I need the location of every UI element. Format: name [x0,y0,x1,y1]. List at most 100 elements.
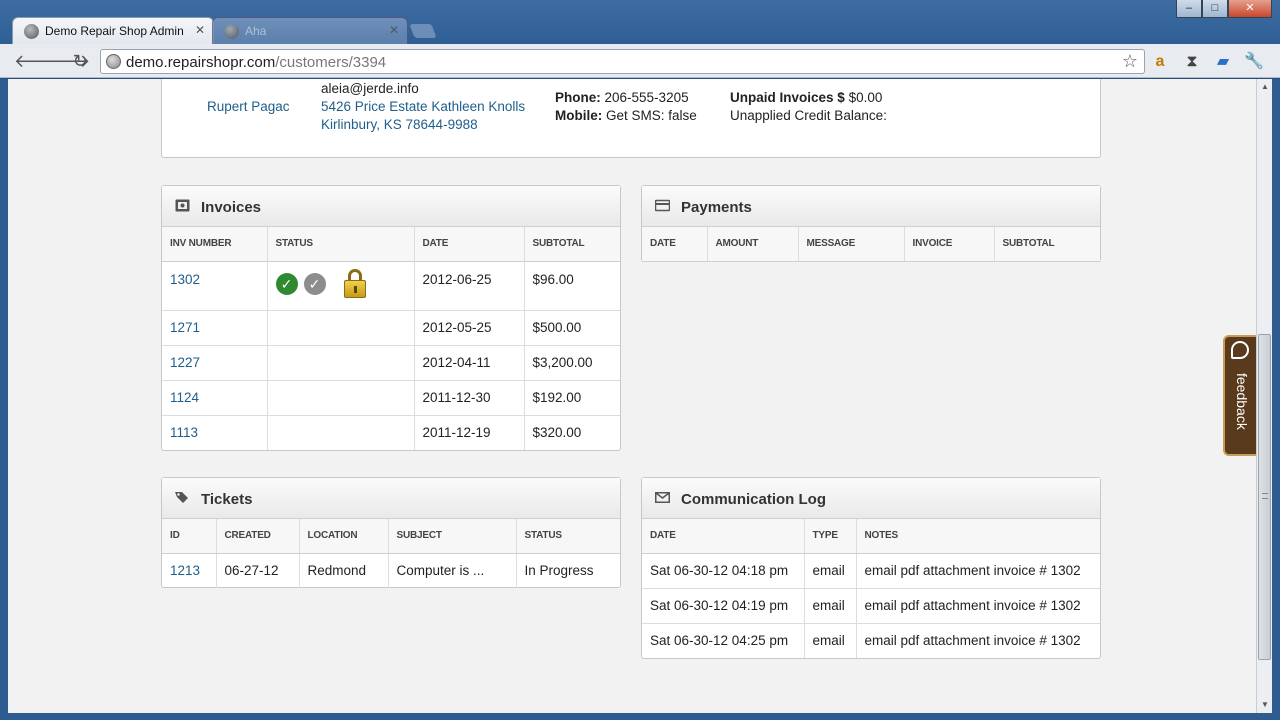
col-message[interactable]: MESSAGE [798,227,905,262]
log-type: email [804,553,857,589]
window-frame-left [0,79,8,713]
col-location[interactable]: LOCATION [299,519,389,554]
url-host: demo.repairshopr.com [126,54,276,71]
col-status[interactable]: STATUS [267,227,415,262]
minimize-button[interactable]: – [1176,0,1202,18]
invoice-link[interactable]: 1302 [170,272,200,287]
col-subtotal[interactable]: SUBTOTAL [994,227,1100,262]
col-invoice[interactable]: INVOICE [904,227,995,262]
window-frame-right [1272,79,1280,713]
communication-log-table: DATE TYPE NOTES Sat 06-30-12 04:18 pm em… [642,519,1100,658]
col-created[interactable]: CREATED [216,519,300,554]
phone-label: Phone: [555,90,601,105]
unpaid-invoices-row: Unpaid Invoices $ $0.00 [730,90,882,105]
bookmark-star-icon[interactable]: ☆ [1122,51,1138,72]
col-date[interactable]: DATE [642,519,805,554]
tickets-title: Tickets [201,491,253,508]
feedback-tab[interactable]: feedback [1223,335,1256,456]
new-tab-button[interactable] [409,24,437,38]
check-sent-icon[interactable]: ✓ [303,272,326,295]
invoices-header: Invoices [162,186,620,227]
maximize-button[interactable]: □ [1202,0,1228,18]
unpaid-value: $0.00 [848,90,883,105]
col-type[interactable]: TYPE [804,519,857,554]
invoice-link[interactable]: 1124 [170,390,199,405]
payments-title: Payments [681,199,752,216]
log-date: Sat 06-30-12 04:19 pm [642,588,805,624]
invoice-status-cell [267,345,415,381]
wrench-menu-icon[interactable]: 🔧 [1244,52,1264,72]
lock-icon[interactable] [343,268,366,299]
ticket-created: 06-27-12 [216,553,300,588]
table-row: 1213 06-27-12 Redmond Computer is ... In… [162,553,620,588]
invoice-icon [175,199,190,212]
invoice-link[interactable]: 1271 [170,320,200,335]
invoice-number-link[interactable]: 1302 [162,261,268,311]
col-amount[interactable]: AMOUNT [707,227,799,262]
tab-close-icon[interactable]: ✕ [195,23,205,37]
payments-header: Payments [642,186,1100,227]
globe-icon [106,54,121,69]
log-notes: email pdf attachment invoice # 1302 [856,553,1100,589]
customer-address-line2[interactable]: Kirlinbury, KS 78644-9988 [321,117,478,132]
customer-name-link[interactable]: Rupert Pagac [207,99,290,114]
amazon-extension-icon[interactable]: a [1150,52,1170,72]
col-inv-number[interactable]: INV NUMBER [162,227,268,262]
close-window-button[interactable]: ✕ [1228,0,1272,18]
ticket-status: In Progress [524,563,594,579]
address-bar[interactable]: demo.repairshopr.com/customers/3394 ☆ [100,49,1145,74]
tab-demo-repair-shop[interactable]: Demo Repair Shop Admin ✕ [12,17,214,44]
browser-toolbar: 🡐 🡒 ↻ demo.repairshopr.com/customers/339… [0,44,1280,78]
hourglass-extension-icon[interactable]: ⧗ [1182,52,1202,72]
reload-icon[interactable]: ↻ [70,51,90,71]
invoice-status-cell: ✓ ✓ [267,261,415,311]
tab-title: Aha [245,24,267,38]
customer-address-line1[interactable]: 5426 Price Estate Kathleen Knolls [321,99,525,114]
tab-aha[interactable]: Aha ✕ [212,17,408,44]
invoice-status-cell [267,310,415,346]
ticket-location: Redmond [299,553,389,588]
check-paid-icon[interactable]: ✓ [275,272,298,295]
col-subtotal[interactable]: SUBTOTAL [524,227,620,262]
envelope-icon [655,492,670,503]
scroll-down-arrow-icon[interactable]: ▼ [1259,699,1271,711]
feedback-label: feedback [1234,373,1250,430]
customer-email: aleia@jerde.info [321,81,419,96]
col-date[interactable]: DATE [642,227,708,262]
table-row: 1124 2011-12-30 $192.00 [162,380,620,416]
table-row: Sat 06-30-12 04:25 pm email email pdf at… [642,623,1100,658]
vertical-scrollbar[interactable]: ▲ ▼ [1256,79,1272,713]
invoice-link[interactable]: 1113 [170,425,198,440]
scrollbar-thumb[interactable] [1258,334,1271,660]
ticket-link[interactable]: 1213 [170,563,200,578]
col-status[interactable]: STATUS [516,519,620,554]
notebook-extension-icon[interactable]: ▰ [1213,52,1233,72]
forward-arrow-icon[interactable]: 🡒 [42,51,90,71]
invoice-subtotal: $192.00 [524,380,620,416]
col-id[interactable]: ID [162,519,217,554]
tab-close-icon[interactable]: ✕ [389,23,399,37]
col-notes[interactable]: NOTES [856,519,1100,554]
window-frame-bottom [0,713,1280,720]
url-path: /customers/3394 [275,54,387,71]
mobile-row: Mobile: Get SMS: false [555,108,697,123]
invoice-subtotal: $500.00 [524,310,620,346]
back-arrow-icon[interactable]: 🡐 [14,51,62,71]
invoice-link[interactable]: 1227 [170,355,200,370]
credit-card-icon [655,199,670,212]
favicon-globe-icon [24,24,39,39]
col-date[interactable]: DATE [414,227,525,262]
invoice-date: 2012-04-11 [414,345,525,381]
scroll-up-arrow-icon[interactable]: ▲ [1259,81,1271,93]
communication-log-title: Communication Log [681,491,826,508]
tickets-panel: Tickets ID CREATED LOCATION SUBJECT STAT… [161,477,621,588]
col-subject[interactable]: SUBJECT [388,519,517,554]
payments-table: DATE AMOUNT MESSAGE INVOICE SUBTOTAL [642,227,1100,262]
phone-value: 206-555-3205 [604,90,689,105]
mobile-label: Mobile: [555,108,603,123]
table-row: Sat 06-30-12 04:18 pm email email pdf at… [642,553,1100,589]
customer-info-panel: Rupert Pagac aleia@jerde.info 5426 Price… [161,79,1101,158]
communication-log-panel: Communication Log DATE TYPE NOTES Sat 06… [641,477,1101,659]
url-text[interactable]: demo.repairshopr.com/customers/3394 [126,54,386,71]
unapplied-credit-label: Unapplied Credit Balance: [730,108,887,123]
